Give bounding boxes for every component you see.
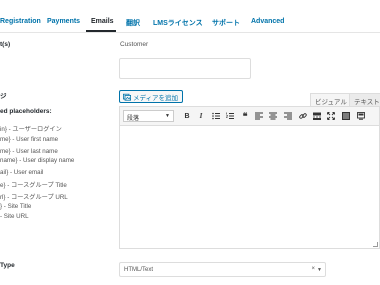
placeholder-item: ail} - User email bbox=[0, 169, 44, 176]
clear-icon[interactable]: × bbox=[311, 266, 315, 272]
format-select-value: 段落 bbox=[127, 116, 140, 122]
message-editor[interactable]: 段落 ▼ B I ❝ bbox=[119, 106, 380, 249]
tab-emails[interactable]: Emails bbox=[91, 18, 114, 25]
subject-label: t(s) bbox=[0, 41, 11, 48]
tab-lms-license[interactable]: LMSライセンス bbox=[153, 18, 203, 28]
add-media-button[interactable]: メディアを追加 bbox=[119, 90, 184, 103]
media-icon bbox=[123, 93, 131, 101]
numbered-list-icon[interactable] bbox=[225, 111, 235, 121]
tab-payments[interactable]: Payments bbox=[47, 18, 80, 25]
editor-toolbar: 段落 ▼ B I ❝ bbox=[120, 107, 379, 126]
tab-support[interactable]: サポート bbox=[212, 18, 240, 28]
placeholder-item: - Site URL bbox=[0, 213, 29, 220]
align-right-icon[interactable] bbox=[283, 111, 293, 121]
placeholders-heading: ed placeholders: bbox=[0, 108, 52, 115]
subject-value: Customer bbox=[120, 41, 149, 48]
editor-resize-handle[interactable] bbox=[373, 242, 378, 247]
bold-icon[interactable]: B bbox=[182, 111, 192, 121]
active-tab-indicator bbox=[86, 30, 116, 32]
format-select[interactable]: 段落 ▼ bbox=[123, 110, 174, 122]
placeholder-item: me} - User last name bbox=[0, 148, 58, 155]
add-form-icon[interactable] bbox=[356, 111, 366, 121]
tab-text[interactable]: テキスト bbox=[349, 93, 380, 106]
add-media-label: メディアを追加 bbox=[133, 94, 179, 102]
blockquote-icon[interactable]: ❝ bbox=[240, 111, 250, 121]
placeholder-item: name} - User display name bbox=[0, 157, 75, 164]
message-label: ジ bbox=[0, 93, 7, 100]
email-type-select[interactable]: HTML/Text × ▼ bbox=[119, 262, 326, 277]
align-left-icon[interactable] bbox=[254, 111, 264, 121]
tab-visual[interactable]: ビジュアル bbox=[310, 93, 352, 106]
align-center-icon[interactable] bbox=[268, 111, 278, 121]
fullscreen-icon[interactable] bbox=[326, 111, 336, 121]
insert-more-icon[interactable] bbox=[312, 111, 322, 121]
chevron-down-icon: ▼ bbox=[317, 267, 322, 273]
bullet-list-icon[interactable] bbox=[211, 111, 221, 121]
tab-registration[interactable]: Registration bbox=[0, 18, 41, 25]
placeholder-item: rl} - コースグループ URL bbox=[0, 194, 68, 201]
subject-input[interactable] bbox=[119, 58, 251, 79]
email-type-label: Type bbox=[0, 262, 15, 269]
placeholder-item: } - Site Title bbox=[0, 203, 32, 210]
chevron-down-icon: ▼ bbox=[165, 113, 170, 119]
tab-advanced[interactable]: Advanced bbox=[251, 18, 284, 25]
placeholder-item: e} - コースグループ Title bbox=[0, 182, 67, 189]
placeholder-item: me} - User first name bbox=[0, 136, 59, 143]
toolbar-toggle-icon[interactable] bbox=[341, 111, 351, 121]
link-icon[interactable] bbox=[298, 111, 308, 121]
tab-translation[interactable]: 翻訳 bbox=[126, 18, 140, 28]
settings-tabs: Registration Payments Emails 翻訳 LMSライセンス… bbox=[0, 0, 380, 33]
italic-icon[interactable]: I bbox=[196, 111, 206, 121]
email-type-value: HTML/Text bbox=[124, 267, 154, 273]
placeholder-item: in} - ユーザーログイン bbox=[0, 126, 62, 133]
